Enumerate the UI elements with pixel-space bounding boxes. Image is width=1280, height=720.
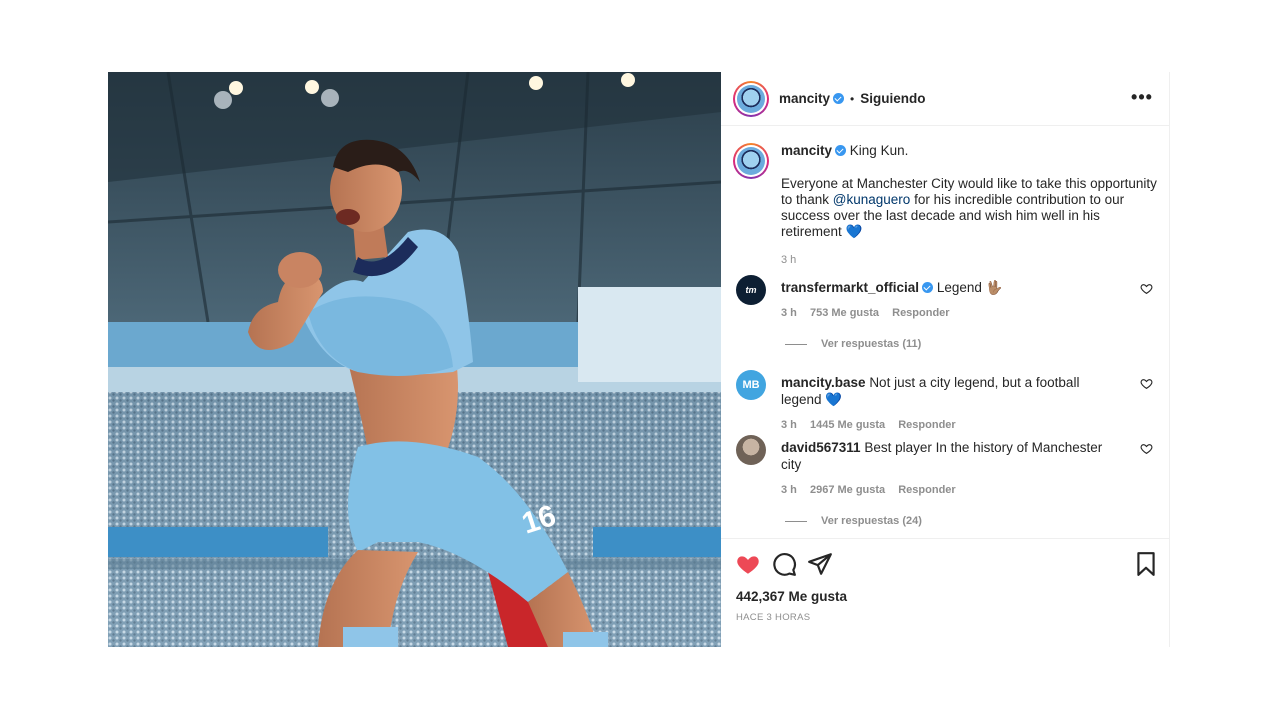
commenter-username[interactable]: david567311 bbox=[781, 440, 861, 455]
comment-item: david567311 Best player In the history o… bbox=[733, 435, 1158, 527]
comment-text: Legend 🖖🏽 bbox=[936, 280, 1003, 295]
mancity-crest-icon bbox=[737, 84, 765, 113]
commenter-username[interactable]: transfermarkt_official bbox=[781, 280, 919, 295]
heart-outline-icon[interactable] bbox=[1140, 377, 1153, 390]
replies-line bbox=[785, 343, 807, 345]
heart-outline-icon[interactable] bbox=[1140, 442, 1153, 455]
reply-button[interactable]: Responder bbox=[898, 484, 955, 496]
author-avatar[interactable] bbox=[733, 80, 769, 117]
view-replies-button[interactable]: Ver respuestas (11) bbox=[785, 338, 1158, 350]
verified-icon bbox=[833, 93, 845, 104]
author-username[interactable]: mancity bbox=[779, 91, 830, 106]
mention-link[interactable]: @kunaguero bbox=[833, 192, 911, 207]
post-side-panel: mancity • Siguiendo ••• mancity King Kun… bbox=[721, 72, 1170, 647]
comment-meta: 3 h 753 Me gusta Responder bbox=[781, 307, 1158, 319]
comment-time[interactable]: 3 h bbox=[781, 484, 797, 496]
comment-meta: 3 h 2967 Me gusta Responder bbox=[781, 484, 1158, 496]
view-replies-button[interactable]: Ver respuestas (24) bbox=[785, 515, 1158, 527]
view-replies-label: Ver respuestas (24) bbox=[821, 515, 922, 527]
comment-likes[interactable]: 1445 Me gusta bbox=[810, 419, 885, 431]
post-image: 16 bbox=[108, 72, 721, 647]
post-actions-footer: 442,367 Me gusta HACE 3 HORAS bbox=[721, 538, 1170, 647]
comment-time[interactable]: 3 h bbox=[781, 419, 797, 431]
avatar-initials: MB bbox=[742, 379, 760, 391]
caption-body: Everyone at Manchester City would like t… bbox=[781, 176, 1158, 240]
reply-button[interactable]: Responder bbox=[898, 419, 955, 431]
commenter-avatar[interactable]: MB bbox=[736, 370, 766, 400]
mancity-crest-icon bbox=[737, 147, 765, 175]
heart-filled-icon[interactable] bbox=[735, 551, 761, 577]
view-replies-label: Ver respuestas (11) bbox=[821, 338, 922, 350]
commenter-avatar[interactable]: tm bbox=[736, 275, 766, 305]
comment-meta: 3 h 1445 Me gusta Responder bbox=[781, 419, 1158, 431]
caption-username[interactable]: mancity bbox=[781, 143, 832, 158]
comments-list[interactable]: mancity King Kun. Everyone at Manchester… bbox=[721, 127, 1170, 539]
likes-count[interactable]: 442,367 Me gusta bbox=[736, 589, 847, 604]
action-bar bbox=[735, 551, 1155, 577]
post-caption: mancity King Kun. Everyone at Manchester… bbox=[733, 143, 1158, 268]
heart-outline-icon[interactable] bbox=[1140, 282, 1153, 295]
caption-avatar[interactable] bbox=[733, 143, 769, 179]
replies-line bbox=[785, 520, 807, 522]
comment-icon[interactable] bbox=[771, 551, 797, 577]
comment-time[interactable]: 3 h bbox=[781, 307, 797, 319]
comment-item: tm transfermarkt_official Legend 🖖🏽 3 h … bbox=[733, 275, 1158, 350]
post-photo[interactable]: 16 bbox=[108, 72, 721, 647]
avatar-initials: tm bbox=[745, 285, 757, 295]
caption-title: King Kun. bbox=[849, 143, 909, 158]
caption-timestamp[interactable]: 3 h bbox=[781, 252, 1158, 268]
comment-likes[interactable]: 2967 Me gusta bbox=[810, 484, 885, 496]
separator-dot: • bbox=[850, 91, 855, 106]
commenter-avatar[interactable] bbox=[736, 435, 766, 465]
comment-likes[interactable]: 753 Me gusta bbox=[810, 307, 879, 319]
post-header: mancity • Siguiendo ••• bbox=[721, 72, 1170, 126]
following-button[interactable]: Siguiendo bbox=[860, 91, 925, 106]
reply-button[interactable]: Responder bbox=[892, 307, 949, 319]
verified-icon bbox=[922, 282, 934, 293]
commenter-username[interactable]: mancity.base bbox=[781, 375, 866, 390]
verified-icon bbox=[835, 145, 847, 156]
share-icon[interactable] bbox=[807, 551, 833, 577]
post-time-ago[interactable]: HACE 3 HORAS bbox=[736, 612, 810, 623]
comment-item: MB mancity.base Not just a city legend, … bbox=[733, 370, 1158, 431]
more-icon[interactable]: ••• bbox=[1130, 88, 1154, 110]
bookmark-icon[interactable] bbox=[1133, 551, 1159, 577]
